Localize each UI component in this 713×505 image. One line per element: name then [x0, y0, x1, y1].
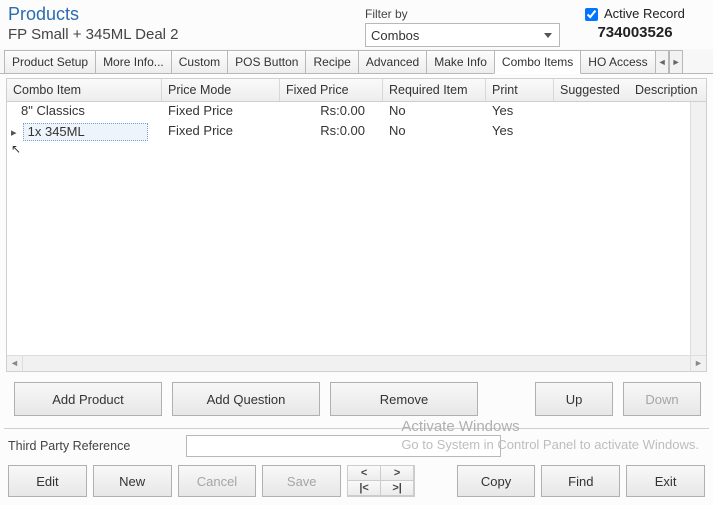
filter-by-value: Combos	[371, 28, 419, 43]
tab-scroll-left[interactable]: ◄	[655, 50, 669, 73]
active-record-input[interactable]	[585, 8, 598, 21]
page-title: Products	[8, 4, 365, 25]
up-button[interactable]: Up	[535, 382, 613, 416]
filter-by-select[interactable]: Combos	[365, 23, 560, 47]
tab-make-info[interactable]: Make Info	[426, 50, 495, 73]
record-nav: < > |< >|	[347, 465, 415, 497]
col-price-mode[interactable]: Price Mode	[162, 79, 280, 101]
cell-required[interactable]: No	[383, 102, 486, 122]
cell-suggested[interactable]	[554, 122, 629, 142]
record-number: 734003526	[565, 24, 705, 41]
grid-horizontal-scrollbar[interactable]: ◄ ►	[7, 355, 706, 371]
cell-print[interactable]: Yes	[486, 122, 554, 142]
col-fixed-price[interactable]: Fixed Price	[280, 79, 383, 101]
watermark-title: Activate Windows	[401, 418, 699, 437]
tab-product-setup[interactable]: Product Setup	[4, 50, 96, 73]
combo-items-grid: Combo Item Price Mode Fixed Price Requir…	[6, 78, 707, 372]
cell-mode[interactable]: Fixed Price	[162, 102, 280, 122]
copy-button[interactable]: Copy	[457, 465, 536, 497]
grid-header: Combo Item Price Mode Fixed Price Requir…	[7, 79, 706, 102]
product-name: FP Small + 345ML Deal 2	[8, 26, 365, 43]
hscroll-left-icon[interactable]: ◄	[7, 356, 23, 371]
cell-item[interactable]: 8" Classics	[7, 102, 162, 122]
col-print[interactable]: Print	[486, 79, 554, 101]
edit-button[interactable]: Edit	[8, 465, 87, 497]
tab-pos-button[interactable]: POS Button	[227, 50, 306, 73]
active-record-checkbox[interactable]: Active Record	[585, 6, 685, 21]
grid-vertical-scrollbar[interactable]	[690, 102, 706, 355]
table-row[interactable]: ▸ 1x 345ML ↖ Fixed Price Rs:0.00 No Yes	[7, 122, 706, 142]
remove-button[interactable]: Remove	[330, 382, 478, 416]
cell-mode[interactable]: Fixed Price	[162, 122, 280, 142]
filter-by-label: Filter by	[365, 7, 565, 21]
exit-button[interactable]: Exit	[626, 465, 705, 497]
watermark-sub: Go to System in Control Panel to activat…	[401, 437, 699, 453]
save-button[interactable]: Save	[262, 465, 341, 497]
cell-price[interactable]: Rs:0.00	[280, 102, 383, 122]
nav-first-button[interactable]: |<	[347, 480, 381, 496]
add-product-button[interactable]: Add Product	[14, 382, 162, 416]
footer: Third Party Reference Activate Windows G…	[0, 429, 713, 505]
col-suggested[interactable]: Suggested	[554, 79, 629, 101]
nav-next-button[interactable]: >	[380, 465, 414, 481]
tab-scroll-right[interactable]: ►	[669, 50, 683, 73]
tab-ho-access[interactable]: HO Access	[580, 50, 655, 73]
col-description[interactable]: Description	[629, 79, 706, 101]
tab-more-info[interactable]: More Info...	[95, 50, 172, 73]
cursor-icon: ↖	[11, 142, 21, 156]
header: Products FP Small + 345ML Deal 2 Filter …	[0, 0, 713, 49]
cancel-button[interactable]: Cancel	[178, 465, 257, 497]
nav-last-button[interactable]: >|	[380, 480, 414, 496]
third-party-ref-label: Third Party Reference	[8, 439, 168, 453]
tab-combo-items[interactable]: Combo Items	[494, 50, 581, 74]
cell-print[interactable]: Yes	[486, 102, 554, 122]
cell-suggested[interactable]	[554, 102, 629, 122]
row-pointer-icon: ▸	[11, 126, 19, 139]
activate-windows-watermark: Activate Windows Go to System in Control…	[401, 418, 699, 453]
cell-item-edit[interactable]: 1x 345ML	[23, 123, 148, 141]
col-required-item[interactable]: Required Item	[383, 79, 486, 101]
add-question-button[interactable]: Add Question	[172, 382, 320, 416]
tab-advanced[interactable]: Advanced	[358, 50, 427, 73]
tab-custom[interactable]: Custom	[171, 50, 228, 73]
grid-body: 8" Classics Fixed Price Rs:0.00 No Yes ▸…	[7, 102, 706, 355]
find-button[interactable]: Find	[541, 465, 620, 497]
new-button[interactable]: New	[93, 465, 172, 497]
cell-item[interactable]: ▸ 1x 345ML ↖	[7, 122, 162, 142]
nav-prev-button[interactable]: <	[347, 465, 381, 481]
hscroll-right-icon[interactable]: ►	[690, 356, 706, 371]
cell-required[interactable]: No	[383, 122, 486, 142]
cell-price[interactable]: Rs:0.00	[280, 122, 383, 142]
active-record-label: Active Record	[604, 6, 685, 21]
down-button[interactable]: Down	[623, 382, 701, 416]
tab-recipe[interactable]: Recipe	[305, 50, 358, 73]
tab-bar: Product Setup More Info... Custom POS Bu…	[0, 49, 713, 74]
table-row[interactable]: 8" Classics Fixed Price Rs:0.00 No Yes	[7, 102, 706, 122]
bottom-toolbar: Edit New Cancel Save < > |< >| Copy Find…	[8, 465, 705, 497]
col-combo-item[interactable]: Combo Item	[7, 79, 162, 101]
